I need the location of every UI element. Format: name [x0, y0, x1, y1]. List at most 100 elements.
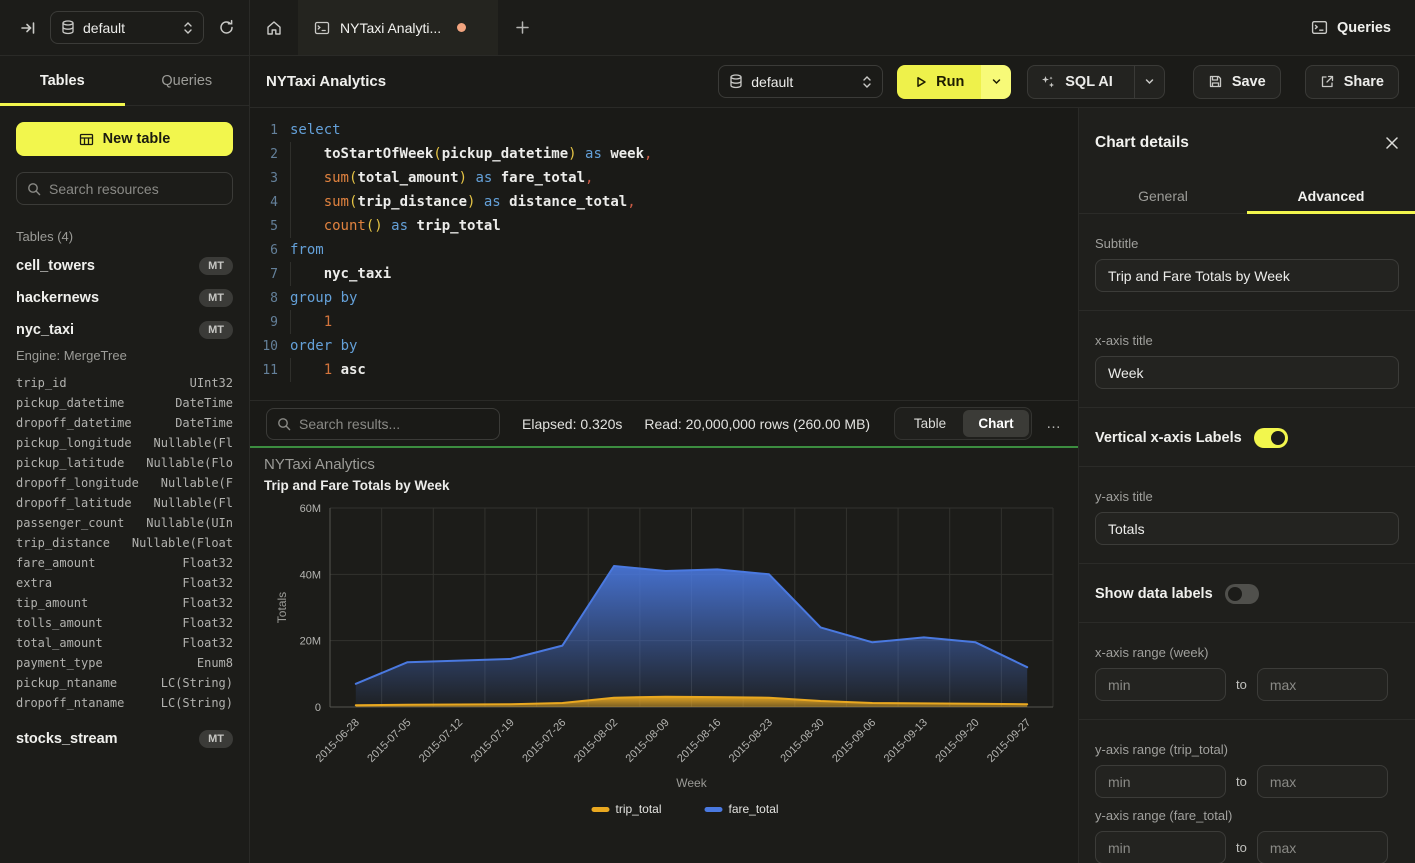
code-content: sum(trip_distance) as distance_total,: [290, 190, 636, 214]
vertical-labels-label: Vertical x-axis Labels: [1095, 430, 1242, 446]
svg-text:2015-08-30: 2015-08-30: [778, 717, 826, 765]
resource-search-input[interactable]: [49, 181, 230, 197]
divider: [1079, 719, 1415, 720]
legend-swatch-fare_total: [705, 807, 723, 812]
chart-details-header: Chart details: [1079, 108, 1415, 178]
y-range-fare-max-field[interactable]: [1257, 831, 1388, 863]
data-labels-toggle[interactable]: [1225, 584, 1259, 604]
share-icon: [1320, 74, 1335, 89]
line-number: 6: [250, 243, 278, 258]
collapse-sidebar-icon[interactable]: [20, 20, 36, 36]
column-row: pickup_ntanameLC(String): [16, 673, 233, 693]
y-range-trip-min-field[interactable]: [1095, 765, 1226, 798]
tab-nytaxi-analytics[interactable]: NYTaxi Analyti...: [298, 0, 498, 55]
query-header: NYTaxi Analytics default Run: [250, 56, 1415, 108]
tab-advanced[interactable]: Advanced: [1247, 178, 1415, 213]
table-row-stocks_stream[interactable]: stocks_streamMT: [0, 723, 249, 755]
column-row: tip_amount Float32: [16, 593, 233, 613]
chart-subtitle: Trip and Fare Totals by Week: [264, 478, 450, 493]
divider: [1079, 466, 1415, 467]
sidebar-tabs: Tables Queries: [0, 56, 249, 106]
svg-text:2015-09-20: 2015-09-20: [933, 717, 981, 765]
divider: [1079, 310, 1415, 311]
table-row-cell_towers[interactable]: cell_towersMT: [0, 250, 249, 282]
divider: [1079, 563, 1415, 564]
tab-strip: NYTaxi Analyti... Queries: [250, 0, 1415, 55]
new-tab-button[interactable]: [498, 0, 546, 55]
new-table-button[interactable]: New table: [16, 122, 233, 156]
subtitle-field[interactable]: [1095, 259, 1399, 292]
column-type: Nullable(F: [161, 476, 233, 490]
column-name: tip_amount: [16, 596, 88, 610]
x-range-min-field[interactable]: [1095, 668, 1226, 701]
svg-text:2015-07-19: 2015-07-19: [469, 717, 517, 765]
divider: [1079, 622, 1415, 623]
code-line-5: 5count() as trip_total: [250, 214, 1078, 238]
code-line-8: 8group by: [250, 286, 1078, 310]
chart-details-panel: Chart details General Advanced Subtitle …: [1078, 108, 1415, 863]
run-options-button[interactable]: [981, 65, 1011, 99]
table-row-nyc_taxi[interactable]: nyc_taxiMT: [0, 314, 249, 346]
more-options-button[interactable]: …: [1046, 415, 1062, 432]
svg-text:2015-09-06: 2015-09-06: [830, 717, 878, 765]
view-toggle-table[interactable]: Table: [897, 410, 963, 437]
y-range-fare-min-field[interactable]: [1095, 831, 1226, 863]
queries-icon: [1311, 19, 1328, 36]
updown-chevrons-icon: [183, 21, 193, 35]
tab-general[interactable]: General: [1079, 178, 1247, 213]
home-button[interactable]: [250, 0, 298, 55]
column-type: Float32: [182, 596, 233, 610]
run-button[interactable]: Run: [897, 65, 981, 99]
y-axis-title-field[interactable]: [1095, 512, 1399, 545]
x-range-max-field[interactable]: [1257, 668, 1388, 701]
elapsed-stat: Elapsed: 0.320s: [522, 416, 622, 432]
refresh-icon[interactable]: [218, 19, 235, 36]
share-button[interactable]: Share: [1305, 65, 1399, 99]
database-selector[interactable]: default: [50, 11, 204, 44]
column-row: passenger_countNullable(UIn: [16, 513, 233, 533]
chart-details-tabs: General Advanced: [1079, 178, 1415, 214]
sidebar-tab-tables[interactable]: Tables: [0, 56, 125, 105]
column-row: dropoff_ntanameLC(String): [16, 693, 233, 713]
y-range-fare-row: to: [1095, 831, 1399, 863]
code-line-9: 91: [250, 310, 1078, 334]
save-button[interactable]: Save: [1193, 65, 1281, 99]
sql-editor[interactable]: 1select2toStartOfWeek(pickup_datetime) a…: [250, 108, 1078, 400]
column-row: pickup_latitudeNullable(Flo: [16, 453, 233, 473]
code-line-1: 1select: [250, 118, 1078, 142]
view-toggle-chart[interactable]: Chart: [963, 410, 1029, 437]
results-search-input[interactable]: [299, 416, 489, 432]
column-row: trip_idUInt32: [16, 373, 233, 393]
close-icon[interactable]: [1385, 136, 1399, 150]
resource-search: [16, 172, 233, 205]
sql-ai-options-button[interactable]: [1134, 66, 1164, 98]
engine-badge: MT: [199, 730, 233, 748]
sql-ai-label: SQL AI: [1065, 74, 1113, 90]
column-type: LC(String): [161, 696, 233, 710]
search-icon: [277, 417, 291, 431]
column-name: payment_type: [16, 656, 103, 670]
area-chart[interactable]: 020M40M60M2015-06-282015-07-052015-07-12…: [250, 496, 1078, 862]
results-search: [266, 408, 500, 440]
sql-ai-button[interactable]: SQL AI: [1028, 66, 1125, 98]
column-name: passenger_count: [16, 516, 124, 530]
y-range-trip-max-field[interactable]: [1257, 765, 1388, 798]
sql-ai-button-group: SQL AI: [1027, 65, 1165, 99]
range-to-label: to: [1236, 677, 1247, 692]
header-database-selector[interactable]: default: [718, 65, 883, 98]
x-axis-title-field[interactable]: [1095, 356, 1399, 389]
header-actions: default Run: [718, 65, 1399, 99]
table-row-hackernews[interactable]: hackernewsMT: [0, 282, 249, 314]
table-name: cell_towers: [16, 258, 95, 274]
code-content: 1 asc: [290, 358, 366, 382]
line-number: 5: [250, 219, 278, 234]
engine-badge: MT: [199, 321, 233, 339]
top-bar: default NYTaxi Analyti...: [0, 0, 1415, 56]
sidebar-tab-queries[interactable]: Queries: [125, 56, 250, 105]
table-list: cell_towersMThackernewsMTnyc_taxiMTEngin…: [0, 250, 249, 755]
share-button-label: Share: [1344, 74, 1384, 90]
vertical-labels-toggle[interactable]: [1254, 428, 1288, 448]
sparkles-icon: [1040, 74, 1056, 90]
queries-button[interactable]: Queries: [1311, 19, 1391, 36]
legend-label-trip_total: trip_total: [616, 802, 662, 816]
